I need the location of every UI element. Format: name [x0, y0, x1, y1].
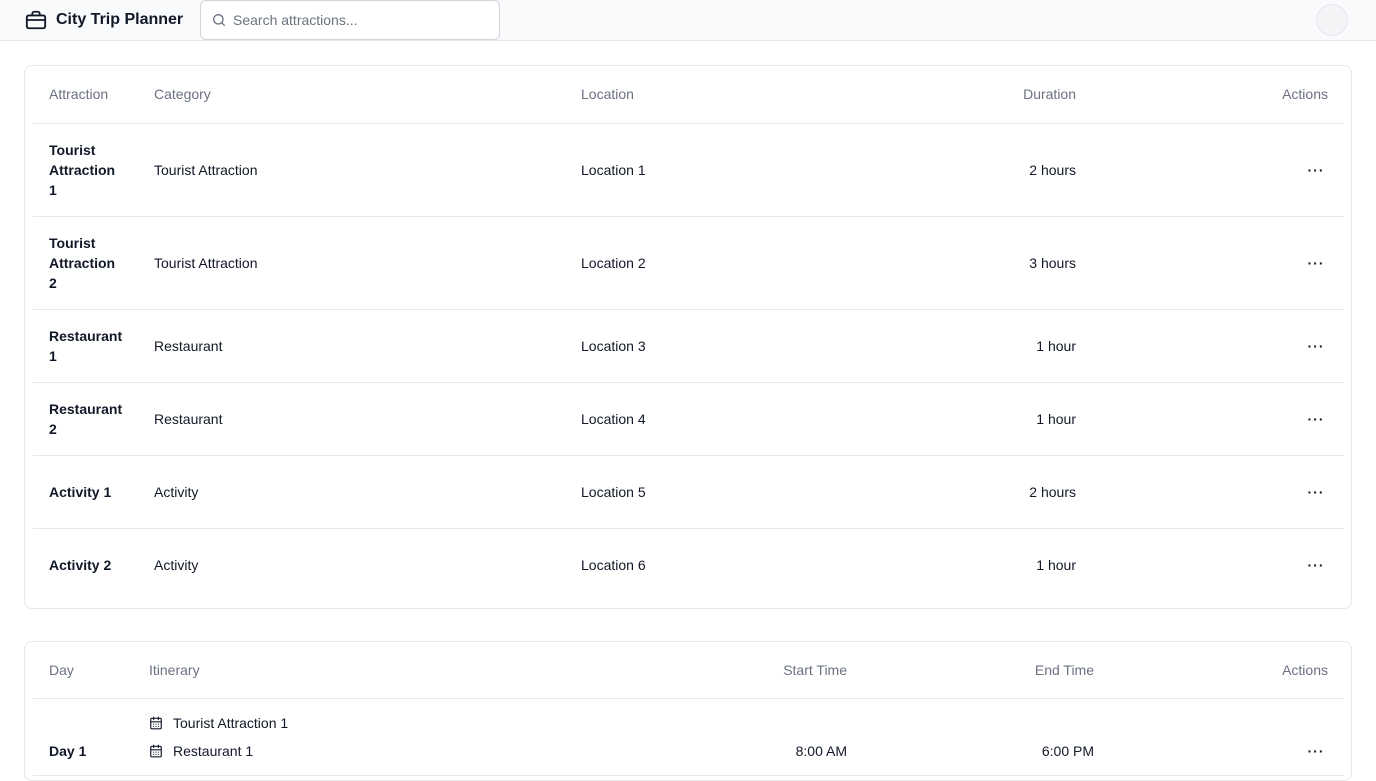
row-actions-cell: ···: [1092, 455, 1344, 529]
column-header-location[interactable]: Location: [565, 66, 865, 124]
attraction-duration: 1 hour: [1036, 556, 1076, 573]
more-horizontal-icon[interactable]: ···: [1304, 482, 1328, 502]
column-header-category[interactable]: Category: [138, 66, 565, 124]
attraction-location: Location 5: [565, 455, 865, 529]
attraction-category: Activity: [138, 455, 565, 529]
table-row[interactable]: Tourist Attraction 1 Tourist Attraction …: [33, 123, 1344, 217]
column-header-start-time[interactable]: Start Time: [633, 642, 863, 699]
attraction-name: Activity 1: [33, 455, 138, 529]
attraction-category: Activity: [154, 556, 199, 573]
row-actions-cell: ···: [1092, 309, 1344, 383]
attraction-duration: 2 hours: [865, 123, 1092, 217]
attractions-card: Attraction Category Location Duration Ac…: [24, 65, 1352, 609]
attractions-table: Attraction Category Location Duration Ac…: [33, 66, 1344, 601]
attraction-duration: 1 hour: [865, 309, 1092, 383]
list-item[interactable]: Restaurant 1: [149, 737, 617, 765]
itinerary-card: Day Itinerary Start Time End Time Action…: [24, 641, 1352, 781]
itinerary-day: Day 1: [33, 698, 133, 776]
attraction-name: Activity 2: [49, 556, 112, 573]
suitcase-icon: [25, 10, 47, 30]
table-row[interactable]: Day 1 Tourist Attraction 1 Restaurant 1 …: [33, 698, 1344, 776]
attraction-name: Tourist Attraction 2: [33, 216, 138, 310]
column-header-itinerary[interactable]: Itinerary: [133, 642, 633, 699]
app-title: City Trip Planner: [56, 11, 184, 28]
more-horizontal-icon[interactable]: ···: [1304, 555, 1328, 575]
itinerary-list: Tourist Attraction 1 Restaurant 1: [149, 699, 617, 775]
column-header-actions: Actions: [1110, 642, 1344, 699]
attraction-name: Restaurant 1: [33, 309, 138, 383]
attraction-location: Location 4: [565, 382, 865, 456]
column-header-attraction[interactable]: Attraction: [33, 66, 138, 124]
row-actions-cell: ···: [1092, 382, 1344, 456]
attraction-duration: 3 hours: [865, 216, 1092, 310]
search-box: [200, 0, 500, 40]
itinerary-item-label: Restaurant 1: [173, 742, 254, 759]
column-header-end-time[interactable]: End Time: [863, 642, 1110, 699]
column-header-day[interactable]: Day: [33, 642, 133, 699]
itinerary-table: Day Itinerary Start Time End Time Action…: [33, 642, 1344, 776]
search-input[interactable]: [233, 1, 493, 39]
table-row[interactable]: Activity 2 Activity Location 6 1 hour ··…: [33, 528, 1344, 601]
table-header-row: Day Itinerary Start Time End Time Action…: [33, 642, 1344, 699]
attraction-category: Tourist Attraction: [138, 123, 565, 217]
attraction-duration: 1 hour: [865, 382, 1092, 456]
table-row[interactable]: Restaurant 2 Restaurant Location 4 1 hou…: [33, 382, 1344, 456]
table-header-row: Attraction Category Location Duration Ac…: [33, 66, 1344, 124]
search-icon: [213, 14, 225, 26]
row-actions-cell: ···: [1092, 216, 1344, 310]
attraction-location: Location 2: [565, 216, 865, 310]
attraction-duration: 2 hours: [865, 455, 1092, 529]
more-horizontal-icon[interactable]: ···: [1304, 336, 1328, 356]
top-bar: City Trip Planner: [0, 0, 1376, 41]
more-horizontal-icon[interactable]: ···: [1304, 160, 1328, 180]
table-row[interactable]: Restaurant 1 Restaurant Location 3 1 hou…: [33, 309, 1344, 383]
calendar-icon: [150, 744, 162, 757]
column-header-actions: Actions: [1092, 66, 1344, 124]
row-actions-cell: ···: [1110, 698, 1344, 776]
more-horizontal-icon[interactable]: ···: [1304, 409, 1328, 429]
attraction-category: Tourist Attraction: [138, 216, 565, 310]
attraction-location: Location 6: [581, 556, 646, 573]
brand[interactable]: City Trip Planner: [25, 9, 183, 31]
attraction-location: Location 1: [565, 123, 865, 217]
column-header-duration[interactable]: Duration: [865, 66, 1092, 124]
attraction-category: Restaurant: [138, 382, 565, 456]
itinerary-items-cell: Tourist Attraction 1 Restaurant 1: [133, 698, 633, 776]
more-horizontal-icon[interactable]: ···: [1304, 741, 1328, 761]
attraction-category: Restaurant: [138, 309, 565, 383]
more-horizontal-icon[interactable]: ···: [1304, 253, 1328, 273]
attraction-location: Location 3: [565, 309, 865, 383]
avatar[interactable]: [1316, 4, 1348, 36]
row-actions-cell: ···: [1092, 528, 1344, 601]
calendar-icon: [150, 716, 162, 729]
itinerary-item-label: Tourist Attraction 1: [173, 714, 289, 731]
table-row[interactable]: Activity 1 Activity Location 5 2 hours ·…: [33, 455, 1344, 529]
itinerary-start-time: 8:00 AM: [633, 698, 863, 776]
attraction-name: Restaurant 2: [33, 382, 138, 456]
attraction-name: Tourist Attraction 1: [33, 123, 138, 217]
row-actions-cell: ···: [1092, 123, 1344, 217]
itinerary-end-time: 6:00 PM: [863, 698, 1110, 776]
table-row[interactable]: Tourist Attraction 2 Tourist Attraction …: [33, 216, 1344, 310]
list-item[interactable]: Tourist Attraction 1: [149, 709, 617, 737]
